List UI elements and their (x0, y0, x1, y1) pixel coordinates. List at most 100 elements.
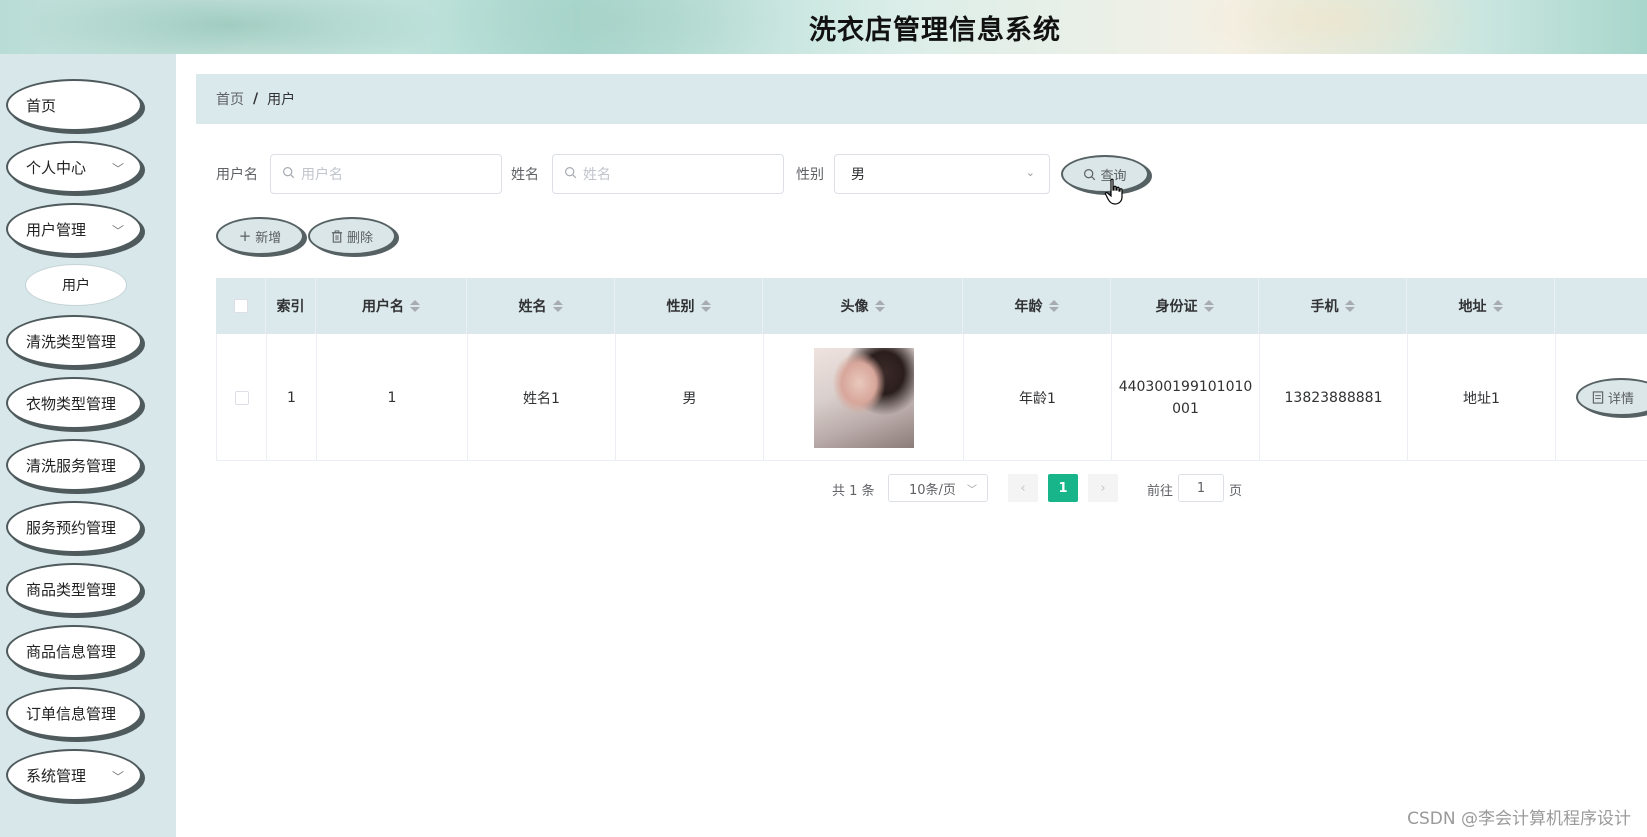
sidebar-item-product-info[interactable]: 商品信息管理 (6, 625, 142, 677)
cell-index: 1 (267, 334, 317, 461)
avatar-image (813, 347, 914, 448)
id-card-line: 001 (1172, 400, 1199, 417)
column-label: 性别 (666, 299, 695, 315)
column-label: 地址 (1458, 299, 1487, 315)
column-label: 头像 (840, 299, 869, 315)
cell-phone: 13823888881 (1260, 334, 1408, 461)
chevron-down-icon: ﹀ (967, 485, 977, 496)
sidebar-item-label: 首页 (26, 96, 57, 115)
chevron-down-icon: ﹀ (111, 162, 124, 176)
column-header-name[interactable]: 姓名 (467, 278, 615, 334)
sidebar-item-wash-type[interactable]: 清洗类型管理 (6, 315, 142, 367)
select-all-cell (216, 278, 266, 334)
sort-icon[interactable] (874, 300, 885, 312)
watermark: CSDN @李会计算机程序设计 (1407, 809, 1631, 829)
gender-select[interactable]: 男 ⌄ (834, 154, 1050, 194)
sidebar-item-label: 服务预约管理 (26, 518, 117, 537)
sidebar-item-service-booking[interactable]: 服务预约管理 (6, 501, 142, 553)
chevron-left-icon: ‹ (1020, 480, 1026, 496)
row-checkbox[interactable] (234, 390, 249, 405)
column-header-username[interactable]: 用户名 (316, 278, 467, 334)
add-button[interactable]: + 新增 (216, 217, 304, 255)
trash-icon (331, 229, 343, 243)
sort-icon[interactable] (1048, 300, 1059, 312)
chevron-down-icon: ﹀ (111, 770, 124, 784)
name-label: 姓名 (511, 167, 539, 183)
gender-label: 性别 (796, 167, 824, 183)
sidebar-subitem-label: 用户 (62, 278, 90, 294)
sidebar-item-label: 商品信息管理 (26, 642, 117, 661)
sort-icon[interactable] (1344, 300, 1355, 312)
name-input[interactable]: 姓名 (552, 154, 784, 194)
sidebar-item-personal-center[interactable]: 个人中心 ﹀ (6, 141, 142, 193)
sidebar-item-label: 订单信息管理 (26, 704, 117, 723)
chevron-down-icon: ﹀ (111, 224, 124, 238)
sidebar-subitem-user[interactable]: 用户 (25, 264, 127, 306)
sidebar-item-home[interactable]: 首页 (6, 79, 142, 131)
cell-age: 年龄1 (964, 334, 1112, 461)
goto-page-input[interactable]: 1 (1178, 474, 1224, 502)
sidebar-item-label: 衣物类型管理 (26, 394, 117, 413)
cell-avatar (764, 334, 964, 461)
prev-page-button[interactable]: ‹ (1008, 474, 1038, 502)
add-button-label: 新增 (255, 230, 282, 246)
detail-button-label: 详情 (1608, 391, 1635, 407)
delete-button-label: 删除 (346, 230, 373, 246)
sidebar-item-product-type[interactable]: 商品类型管理 (6, 563, 142, 615)
column-header-index: 索引 (266, 278, 316, 334)
page-size-select[interactable]: 10条/页 ﹀ (888, 474, 988, 502)
plus-icon: + (238, 227, 252, 245)
column-label: 索引 (276, 299, 305, 315)
app-title: 洗衣店管理信息系统 (809, 15, 1061, 46)
sort-icon[interactable] (410, 300, 420, 312)
column-header-avatar[interactable]: 头像 (763, 278, 963, 334)
name-placeholder: 姓名 (583, 167, 611, 183)
row-checkbox-cell (217, 334, 267, 461)
sidebar-item-order-info[interactable]: 订单信息管理 (6, 687, 142, 739)
page-size-value: 10条/页 (909, 482, 956, 498)
cell-name: 姓名1 (468, 334, 616, 461)
sidebar-item-label: 用户管理 (26, 220, 87, 239)
sidebar-item-clothing-type[interactable]: 衣物类型管理 (6, 377, 142, 429)
page-number-current[interactable]: 1 (1048, 474, 1078, 502)
hand-cursor-icon (1104, 178, 1123, 205)
column-header-address[interactable]: 地址 (1407, 278, 1555, 334)
sidebar-item-label: 个人中心 (26, 158, 87, 177)
header-banner: 洗衣店管理信息系统 (0, 0, 1647, 54)
table-header: 索引 用户名 姓名 性别 头像 年龄 身份证 手机 地址 (216, 278, 1647, 334)
column-label: 用户名 (362, 299, 404, 315)
cell-address: 地址1 (1408, 334, 1556, 461)
column-header-id-card[interactable]: 身份证 (1111, 278, 1259, 334)
sidebar-item-user-management[interactable]: 用户管理 ﹀ (6, 203, 142, 255)
sidebar-item-label: 系统管理 (26, 766, 87, 785)
table-body: 1 1 姓名1 男 年龄1 440300199101010 001 138238… (216, 334, 1647, 461)
username-placeholder: 用户名 (301, 167, 343, 183)
sidebar-item-label: 清洗服务管理 (26, 456, 117, 475)
goto-prefix: 前往 (1147, 484, 1174, 499)
goto-suffix: 页 (1229, 484, 1243, 499)
sort-icon[interactable] (1492, 300, 1503, 312)
username-label: 用户名 (216, 167, 258, 183)
column-label: 年龄 (1014, 299, 1043, 315)
username-input[interactable]: 用户名 (270, 154, 502, 194)
sidebar-item-label: 清洗类型管理 (26, 332, 117, 351)
column-header-phone[interactable]: 手机 (1259, 278, 1407, 334)
sort-icon[interactable] (1203, 300, 1214, 312)
sidebar-item-wash-service[interactable]: 清洗服务管理 (6, 439, 142, 491)
next-page-button[interactable]: › (1088, 474, 1118, 502)
cell-username: 1 (317, 334, 468, 461)
pagination-total: 共 1 条 (832, 484, 875, 499)
column-header-age[interactable]: 年龄 (963, 278, 1111, 334)
breadcrumb-separator: / (253, 91, 259, 107)
select-all-checkbox[interactable] (233, 299, 248, 313)
sort-icon[interactable] (700, 300, 711, 312)
column-header-gender[interactable]: 性别 (615, 278, 763, 334)
delete-button[interactable]: 删除 (308, 217, 396, 255)
sidebar-item-system-management[interactable]: 系统管理 ﹀ (6, 749, 142, 801)
cell-id-card: 440300199101010 001 (1112, 334, 1260, 461)
breadcrumb-home[interactable]: 首页 (216, 89, 244, 109)
search-icon (283, 167, 295, 179)
gender-select-value: 男 (851, 167, 865, 183)
sort-icon[interactable] (552, 300, 563, 312)
breadcrumb: 首页 / 用户 (196, 74, 1647, 124)
